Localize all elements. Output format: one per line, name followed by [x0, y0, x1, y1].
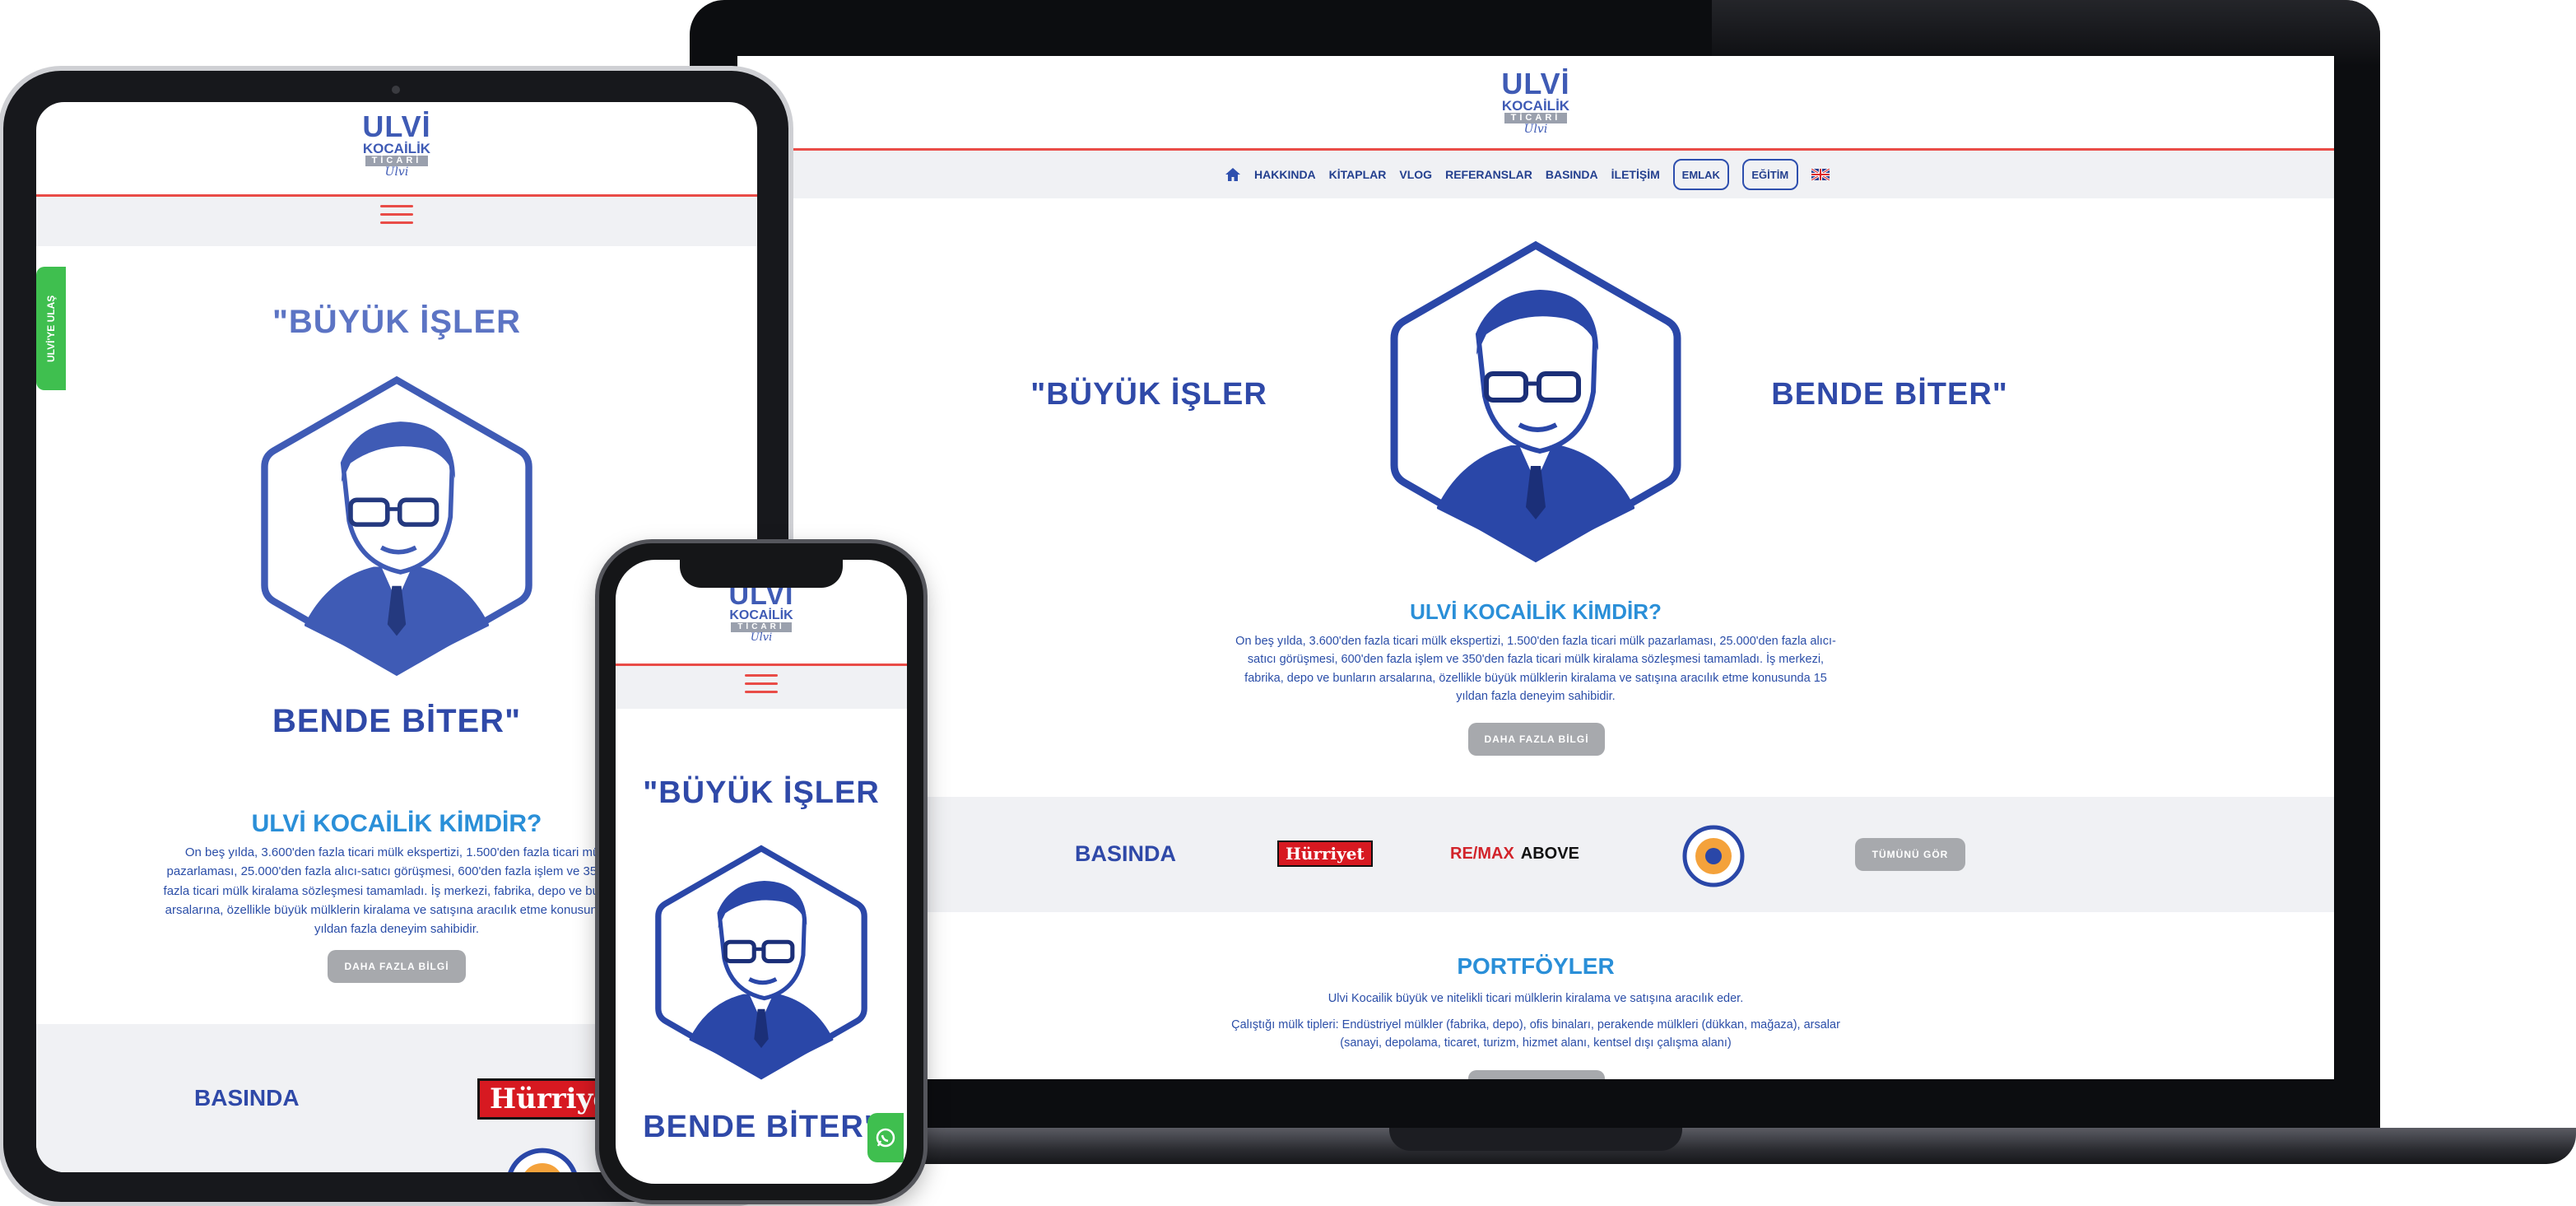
phone-hamburger-icon[interactable]	[745, 668, 778, 699]
nav-kitaplar[interactable]: KİTAPLAR	[1329, 168, 1387, 181]
logo-line2: KOCAİLİK	[1501, 98, 1570, 114]
portfolio-title: PORTFÖYLER	[1457, 953, 1615, 979]
nav-egitim-button[interactable]: EĞİTİM	[1741, 159, 1798, 190]
phone-logo[interactable]: ULVİ KOCAİLİK TİCARİ Ulvi	[710, 581, 812, 643]
above-text: ABOVE	[1520, 845, 1579, 863]
more-info-button[interactable]: DAHA FAZLA BİLGİ	[1468, 723, 1605, 756]
hero-quote-left: "BÜYÜK İŞLER	[1030, 377, 1267, 412]
tablet-hero-quote-left: "BÜYÜK İŞLER	[272, 304, 522, 340]
nav-hakkinda[interactable]: HAKKINDA	[1254, 168, 1316, 181]
phone-notch	[680, 556, 843, 588]
tablet-education-seal-logo[interactable]	[505, 1148, 579, 1172]
nav-referanslar[interactable]: REFERANSLAR	[1445, 168, 1532, 181]
tablet-logo[interactable]: ULVİ KOCAİLİK TİCARİ Ulvi	[347, 109, 446, 179]
phone-hero-quote-left: "BÜYÜK İŞLER	[643, 775, 880, 810]
phone-hero-quote-right: BENDE BİTER"	[643, 1110, 880, 1144]
tablet-camera	[392, 86, 400, 94]
nav-vlog[interactable]: VLOG	[1399, 168, 1432, 181]
phone-portrait-hexagon	[653, 841, 869, 1083]
about-title: ULVİ KOCAİLİK KİMDİR?	[1410, 599, 1662, 624]
phone-logo-line2: KOCAİLİK	[729, 608, 793, 622]
remax-text: RE/MAX	[1450, 845, 1514, 863]
whatsapp-button[interactable]	[867, 1113, 904, 1162]
education-seal-logo[interactable]	[1682, 825, 1745, 887]
laptop-screen: ULVİ KOCAİLİK TİCARİ Ulvi HAKKINDA KİTAP…	[737, 56, 2334, 1079]
nav-iletisim[interactable]: İLETİŞİM	[1611, 168, 1660, 181]
nav-basinda[interactable]: BASINDA	[1546, 168, 1598, 181]
main-nav: HAKKINDA KİTAPLAR VLOG REFERANSLAR BASIN…	[1225, 156, 1830, 193]
remax-logo[interactable]: RE/MAX ABOVE	[1450, 845, 1579, 864]
hero-portrait-hexagon	[1388, 235, 1684, 568]
tablet-logo-line2: KOCAİLİK	[362, 141, 431, 156]
portfolio-line2: Çalıştığı mülk tipleri: Endüstriyel mülk…	[1231, 1018, 1840, 1050]
tablet-hero-quote-right: BENDE BİTER"	[272, 703, 522, 739]
logo-signature: Ulvi	[1523, 123, 1548, 136]
laptop-notch	[1389, 1128, 1682, 1151]
press-title: BASINDA	[1075, 841, 1177, 866]
site-logo[interactable]: ULVİ KOCAİLİK TİCARİ Ulvi	[1486, 67, 1585, 136]
tablet-hamburger-icon[interactable]	[380, 199, 413, 230]
tablet-logo-signature: Ulvi	[384, 165, 409, 179]
phone-logo-signature: Ulvi	[750, 631, 773, 644]
tablet-more-info-button[interactable]: DAHA FAZLA BİLGİ	[328, 950, 466, 983]
nav-emlak-button[interactable]: EMLAK	[1672, 159, 1729, 190]
about-text: On beş yılda, 3.600'den fazla ticari mül…	[1235, 635, 1836, 704]
hero-quote-right: BENDE BİTER"	[1771, 377, 2008, 412]
hurriyet-logo[interactable]: Hürriyet	[1277, 840, 1373, 867]
phone-screen: ULVİ KOCAİLİK TİCARİ Ulvi "BÜYÜK İŞLER B…	[616, 560, 907, 1184]
portfolio-line1: Ulvi Kocailik büyük ve nitelikli ticari …	[1328, 992, 1744, 1005]
portfolio-button[interactable]	[1468, 1070, 1605, 1079]
tablet-portrait-hexagon	[258, 370, 535, 682]
logo-line1: ULVİ	[1501, 67, 1570, 100]
home-icon[interactable]	[1225, 167, 1241, 182]
tablet-about-text: On beş yılda, 3.600'den fazla ticari mül…	[163, 845, 630, 936]
contact-side-tab[interactable]: ULVİ'YE ULAŞ	[36, 267, 66, 390]
tablet-logo-line1: ULVİ	[362, 109, 431, 143]
uk-flag-icon[interactable]	[1811, 169, 1830, 180]
see-all-press-button[interactable]: TÜMÜNÜ GÖR	[1855, 838, 1965, 871]
tablet-press-title: BASINDA	[194, 1085, 300, 1111]
whatsapp-icon	[876, 1128, 895, 1148]
